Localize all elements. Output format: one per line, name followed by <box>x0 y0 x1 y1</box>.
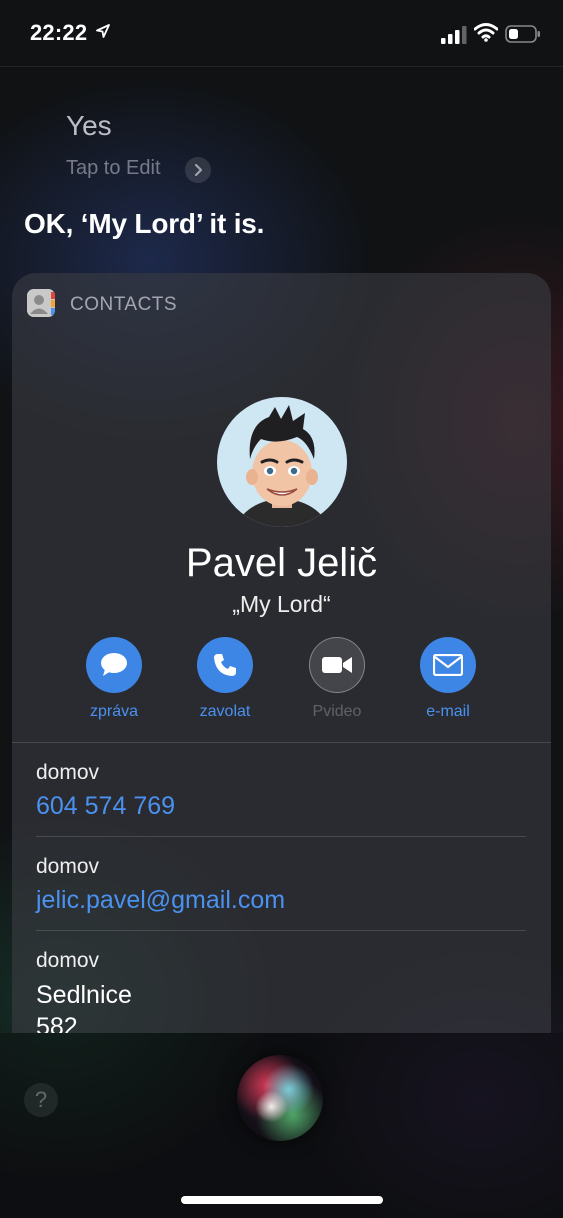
phone-number-link[interactable]: 604 574 769 <box>36 792 175 821</box>
call-action-button[interactable]: zavolat <box>170 637 280 721</box>
call-action-label: zavolat <box>199 703 251 720</box>
contacts-app-icon <box>27 289 55 317</box>
status-time: 22:22 <box>30 20 88 45</box>
field-divider <box>36 836 526 837</box>
cellular-signal-icon <box>441 26 467 44</box>
email-action-circle[interactable] <box>420 637 476 693</box>
phone-icon <box>214 654 236 676</box>
message-action-circle[interactable] <box>86 637 142 693</box>
video-camera-icon <box>322 657 352 673</box>
address-field-label: domov <box>36 949 100 972</box>
video-action-button[interactable]: Pvideo <box>282 637 392 721</box>
call-action-circle[interactable] <box>197 637 253 693</box>
phone-field-label: domov <box>36 761 100 784</box>
email-action-button[interactable]: e-mail <box>393 637 503 721</box>
siri-orb-icon[interactable] <box>237 1055 323 1141</box>
tap-to-edit-button[interactable] <box>185 157 211 183</box>
status-bar: 22:22 <box>0 0 563 67</box>
help-button[interactable]: ? <box>24 1083 58 1117</box>
location-arrow-icon <box>96 24 110 38</box>
address-line-1[interactable]: Sedlnice <box>36 980 132 1010</box>
contact-name: Pavel Jelič <box>185 541 378 585</box>
card-app-label: CONTACTS <box>70 294 178 315</box>
home-indicator[interactable] <box>181 1196 383 1204</box>
battery-icon <box>505 25 540 43</box>
siri-utterance: Yes <box>66 110 112 141</box>
chevron-right-icon <box>194 163 203 177</box>
envelope-icon <box>433 654 463 676</box>
wifi-icon <box>474 23 498 42</box>
contact-card: CONTACTS Pavel Jelič „My Lord“ zpráva za… <box>12 273 551 1033</box>
message-action-button[interactable]: zpráva <box>59 637 169 721</box>
email-address-link[interactable]: jelic.pavel@gmail.com <box>36 886 285 915</box>
email-field-label: domov <box>36 855 100 878</box>
tap-to-edit-link[interactable]: Tap to Edit <box>66 157 161 180</box>
video-action-circle[interactable] <box>309 637 365 693</box>
field-divider <box>36 930 526 931</box>
message-action-label: zpráva <box>89 703 139 720</box>
siri-response: OK, ‘My Lord’ it is. <box>24 208 265 239</box>
contact-nickname: „My Lord“ <box>232 591 331 617</box>
actions-divider <box>12 742 551 743</box>
address-line-2[interactable]: 582 <box>36 1012 78 1033</box>
email-action-label: e-mail <box>426 703 470 720</box>
message-bubble-icon <box>101 653 127 676</box>
video-action-label: Pvideo <box>312 703 362 720</box>
contact-avatar[interactable] <box>217 397 347 527</box>
